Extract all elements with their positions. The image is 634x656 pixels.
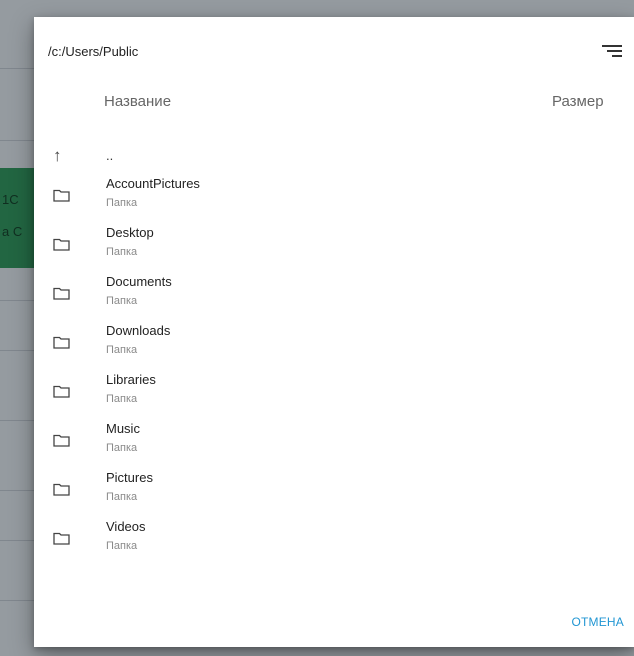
item-type: Папка <box>106 295 138 307</box>
arrow-up-icon: ↑ <box>53 146 62 165</box>
parent-directory-label: .. <box>106 148 114 163</box>
list-item[interactable]: Documents Папка <box>34 273 634 322</box>
item-name: Downloads <box>106 323 171 338</box>
column-header-size[interactable]: Размер <box>552 93 604 110</box>
folder-icon <box>53 287 70 300</box>
item-name: Documents <box>106 274 172 289</box>
cancel-button[interactable]: ОТМЕНА <box>571 615 624 629</box>
item-name: Videos <box>106 519 146 534</box>
current-path: /c:/Users/Public <box>48 44 139 59</box>
file-list: AccountPictures Папка Desktop Папка Docu… <box>34 175 634 567</box>
list-item[interactable]: Videos Папка <box>34 518 634 567</box>
list-item[interactable]: Downloads Папка <box>34 322 634 371</box>
sort-icon[interactable] <box>602 45 622 59</box>
item-type: Папка <box>106 197 138 209</box>
item-name: Libraries <box>106 372 156 387</box>
folder-icon <box>53 189 70 202</box>
file-picker-dialog: /c:/Users/Public Название Размер ↑ .. Ac… <box>34 17 634 647</box>
list-item[interactable]: Music Папка <box>34 420 634 469</box>
folder-icon <box>53 336 70 349</box>
column-header-name[interactable]: Название <box>104 93 171 110</box>
list-item[interactable]: Desktop Папка <box>34 224 634 273</box>
folder-icon <box>53 385 70 398</box>
item-name: Desktop <box>106 225 154 240</box>
folder-icon <box>53 532 70 545</box>
item-type: Папка <box>106 246 138 258</box>
item-name: AccountPictures <box>106 176 200 191</box>
item-type: Папка <box>106 344 138 356</box>
item-name: Pictures <box>106 470 153 485</box>
item-type: Папка <box>106 491 138 503</box>
item-name: Music <box>106 421 140 436</box>
folder-icon <box>53 434 70 447</box>
list-item[interactable]: Pictures Папка <box>34 469 634 518</box>
item-type: Папка <box>106 540 138 552</box>
list-item[interactable]: AccountPictures Папка <box>34 175 634 224</box>
folder-icon <box>53 483 70 496</box>
list-item[interactable]: Libraries Папка <box>34 371 634 420</box>
folder-icon <box>53 238 70 251</box>
item-type: Папка <box>106 442 138 454</box>
item-type: Папка <box>106 393 138 405</box>
